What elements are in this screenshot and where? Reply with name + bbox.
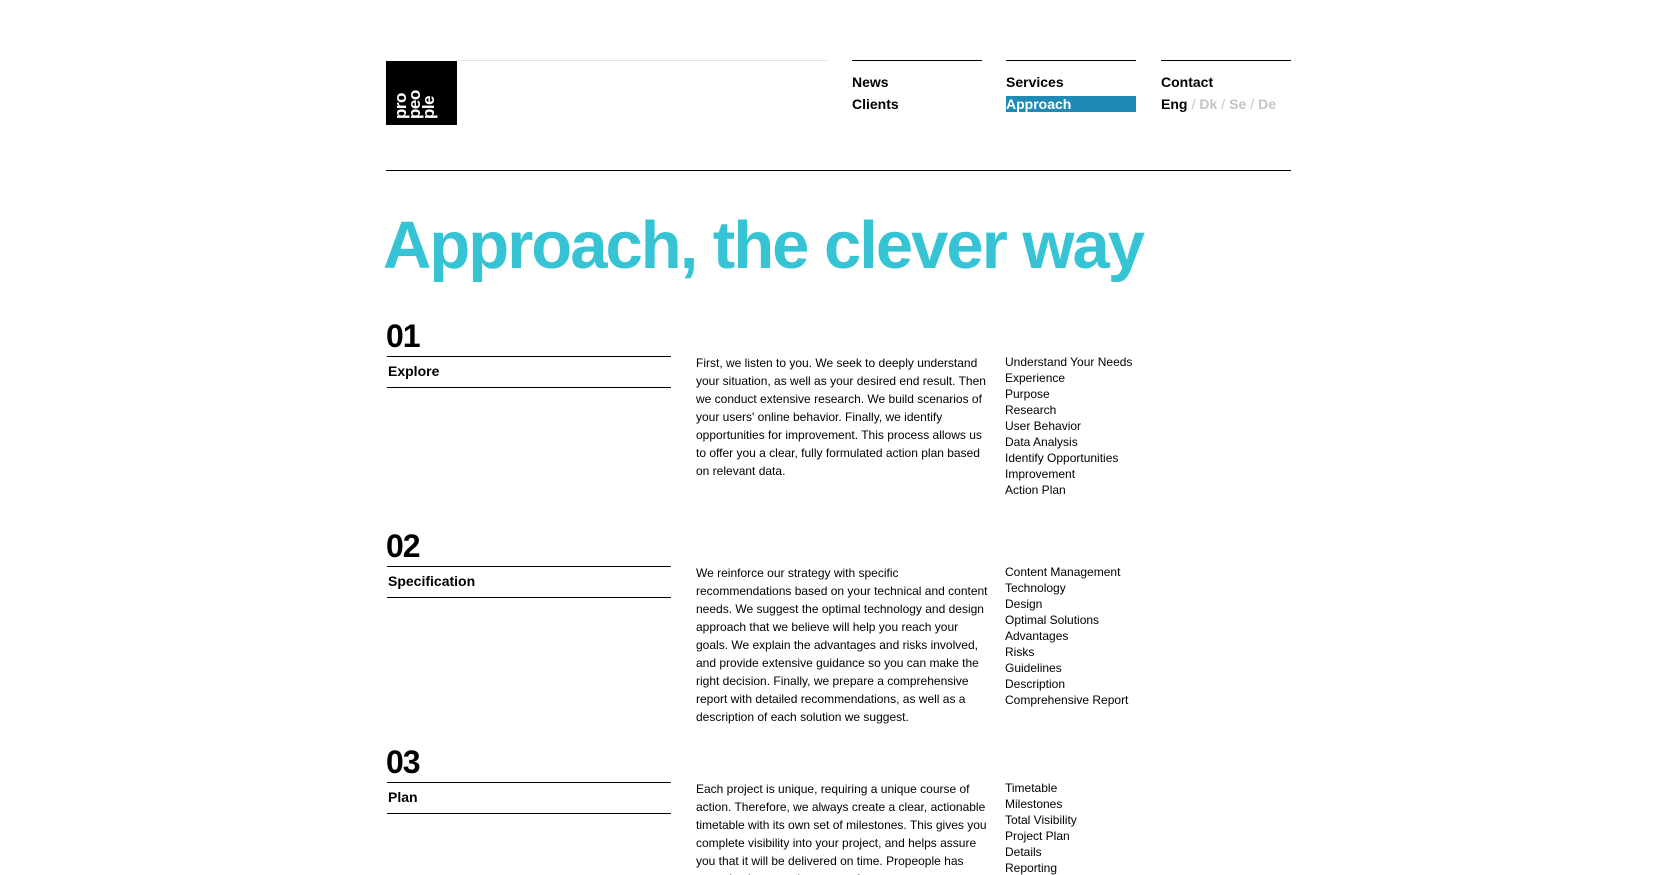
keyword-item: Content Management <box>1005 565 1121 579</box>
keyword-item: Identify Opportunities <box>1005 451 1119 465</box>
keyword-item: Description <box>1005 677 1066 691</box>
keyword-item: Project Plan <box>1005 829 1070 843</box>
propeople-logo[interactable]: pro peo ple <box>386 61 457 125</box>
step-number: 01 <box>386 318 421 354</box>
keyword-item: Optimal Solutions <box>1005 613 1100 627</box>
nav-item-contact[interactable]: Contact <box>1161 71 1291 93</box>
lang-separator: / <box>1191 96 1196 112</box>
lang-se[interactable]: Se <box>1229 96 1246 112</box>
keyword-item: Advantages <box>1005 629 1069 643</box>
step-label: Plan <box>388 789 418 805</box>
step-label-box: Explore <box>387 356 671 388</box>
step-label-box: Plan <box>387 782 671 814</box>
keyword-item: Timetable <box>1005 781 1058 795</box>
step-keywords: Understand Your Needs Experience Purpose… <box>1005 354 1155 498</box>
step-keywords: Content Management Technology Design Opt… <box>1005 564 1155 708</box>
step-description: Each project is unique, requiring a uniq… <box>696 782 987 875</box>
keyword-item: Technology <box>1005 581 1066 595</box>
step-description: We reinforce our strategy with specific … <box>696 566 988 724</box>
nav-column-contact: Contact Eng / Dk / Se / De <box>1161 60 1291 115</box>
header-divider <box>386 170 1291 171</box>
keyword-item: Action Plan <box>1005 483 1066 497</box>
keyword-item: Reporting <box>1005 861 1058 875</box>
keyword-item: Data Analysis <box>1005 435 1078 449</box>
keyword-item: Research <box>1005 403 1057 417</box>
keyword-item: Details <box>1005 845 1042 859</box>
step-keywords: Timetable Milestones Total Visibility Pr… <box>1005 780 1155 875</box>
keyword-item: Design <box>1005 597 1043 611</box>
keyword-item: Guidelines <box>1005 661 1062 675</box>
step-label: Explore <box>388 363 440 379</box>
page: pro peo ple News Clients Services Approa… <box>0 0 1672 875</box>
keyword-item: Understand Your Needs <box>1005 355 1133 369</box>
keyword-item: Comprehensive Report <box>1005 693 1129 707</box>
keyword-item: Purpose <box>1005 387 1050 401</box>
keyword-item: Milestones <box>1005 797 1063 811</box>
logo-line: ple <box>419 95 438 119</box>
lang-eng[interactable]: Eng <box>1161 96 1187 112</box>
step-description: First, we listen to you. We seek to deep… <box>696 356 986 478</box>
nav-item-services[interactable]: Services <box>1006 71 1136 93</box>
step-number: 03 <box>386 744 421 780</box>
keyword-item: Improvement <box>1005 467 1076 481</box>
step-label: Specification <box>388 573 476 589</box>
keyword-item: Total Visibility <box>1005 813 1077 827</box>
keyword-item: User Behavior <box>1005 419 1082 433</box>
lang-dk[interactable]: Dk <box>1199 96 1217 112</box>
logo-divider <box>457 60 827 61</box>
nav-item-news[interactable]: News <box>852 71 982 93</box>
keyword-item: Risks <box>1005 645 1035 659</box>
lang-separator: / <box>1221 96 1226 112</box>
nav-column-services: Services Approach <box>1006 60 1136 112</box>
nav-item-clients[interactable]: Clients <box>852 93 982 115</box>
step-number: 02 <box>386 528 421 564</box>
page-title: Approach, the clever way <box>383 208 1145 283</box>
keyword-item: Experience <box>1005 371 1066 385</box>
logo-wordmark: pro peo ple <box>391 90 438 119</box>
step-label-box: Specification <box>387 566 671 598</box>
lang-separator: / <box>1250 96 1255 112</box>
nav-column-news: News Clients <box>852 60 982 115</box>
language-switcher: Eng / Dk / Se / De <box>1161 93 1291 115</box>
lang-de[interactable]: De <box>1258 96 1276 112</box>
nav-item-approach[interactable]: Approach <box>1006 96 1136 112</box>
